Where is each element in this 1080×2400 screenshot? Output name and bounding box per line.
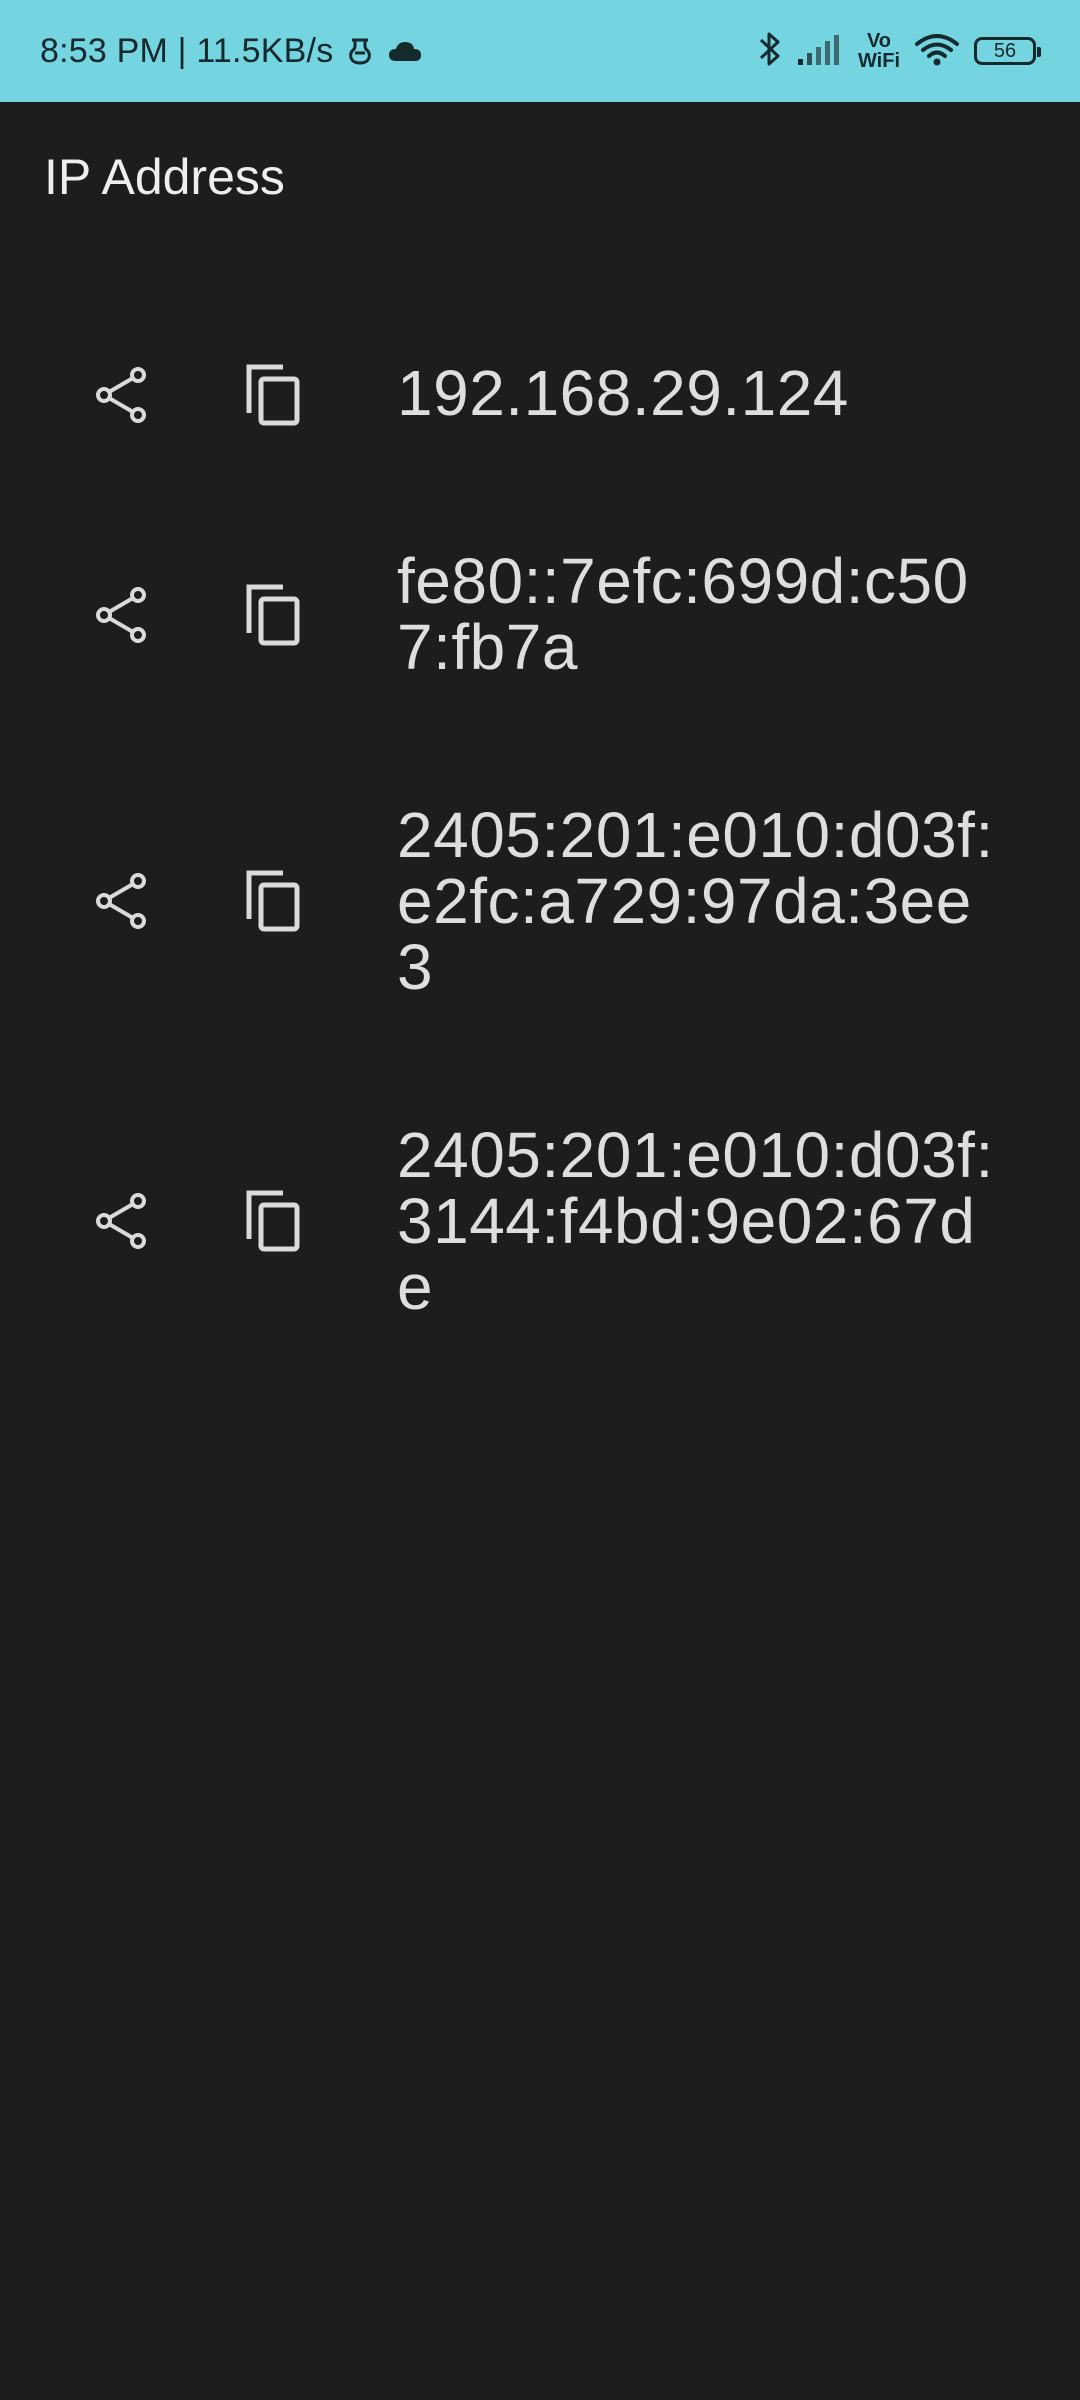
cloud-icon — [387, 39, 423, 63]
share-button[interactable] — [90, 584, 152, 646]
status-bar: 8:53 PM | 11.5KB/s Vo WiFi 56 — [0, 0, 1080, 102]
ip-address-value: fe80::7efc:699d:c507:fb7a — [397, 545, 969, 683]
ip-address-value: 192.168.29.124 — [397, 357, 849, 429]
copy-icon — [246, 584, 300, 646]
copy-icon — [246, 364, 300, 426]
share-icon — [96, 1193, 146, 1249]
vowifi-top: Vo — [866, 30, 892, 52]
battery-icon: 56 — [974, 37, 1041, 65]
page-title: IP Address — [44, 149, 285, 205]
notification-icon — [347, 36, 373, 66]
status-left: 8:53 PM | 11.5KB/s — [40, 0, 423, 102]
battery-level: 56 — [993, 39, 1017, 62]
ip-address-value: 2405:201:e010:d03f:3144:f4bd:9e02:67de — [397, 1119, 994, 1323]
share-button[interactable] — [90, 1190, 152, 1252]
wifi-icon — [914, 31, 960, 72]
vowifi-bottom: WiFi — [857, 50, 900, 72]
status-right: Vo WiFi 56 — [758, 0, 1041, 102]
share-icon — [96, 873, 146, 929]
share-icon — [96, 367, 146, 423]
vowifi-icon: Vo WiFi — [858, 31, 900, 71]
copy-button[interactable] — [243, 362, 305, 428]
copy-icon — [246, 1190, 300, 1252]
ip-address-value: 2405:201:e010:d03f:e2fc:a729:97da:3ee3 — [397, 799, 994, 1003]
copy-button[interactable] — [243, 582, 305, 648]
bluetooth-icon — [758, 29, 782, 74]
copy-icon — [246, 870, 300, 932]
copy-button[interactable] — [243, 1188, 305, 1254]
copy-button[interactable] — [243, 868, 305, 934]
share-button[interactable] — [90, 870, 152, 932]
share-button[interactable] — [90, 364, 152, 426]
status-time-speed: 8:53 PM | 11.5KB/s — [40, 31, 334, 70]
share-icon — [96, 587, 146, 643]
signal-icon — [796, 31, 844, 72]
